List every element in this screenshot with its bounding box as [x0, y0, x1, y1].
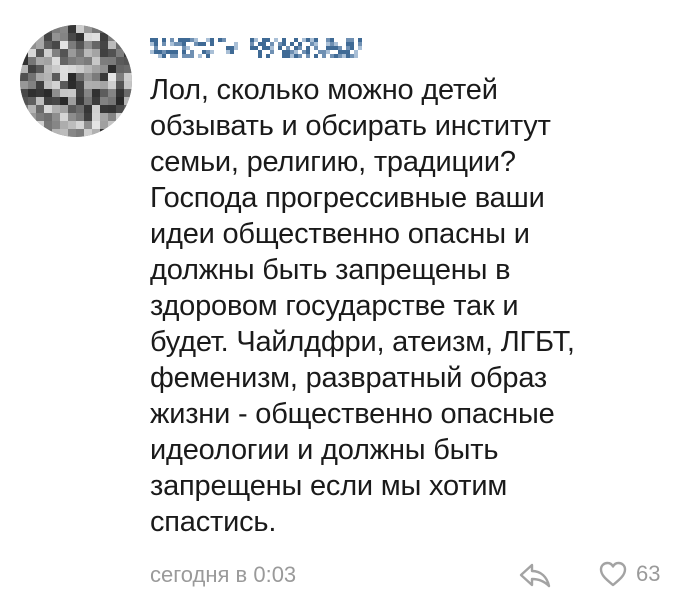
- like-count: 63: [636, 561, 661, 586]
- avatar[interactable]: [20, 25, 132, 137]
- comment-text: Лол, сколько можно детей обзывать и обси…: [150, 74, 575, 538]
- comment-timestamp: сегодня в 0:03: [150, 562, 297, 587]
- author-name-mosaic: [150, 38, 362, 58]
- author-name-pixelated[interactable]: [150, 36, 390, 60]
- like-button[interactable]: 63: [598, 558, 660, 590]
- comment-item: Лол, сколько можно детей обзывать и обси…: [0, 0, 700, 607]
- reply-button[interactable]: [518, 560, 552, 590]
- heart-outline-icon: [599, 561, 627, 587]
- avatar-pixelated-image: [20, 25, 132, 137]
- reply-arrow-icon: [519, 563, 551, 588]
